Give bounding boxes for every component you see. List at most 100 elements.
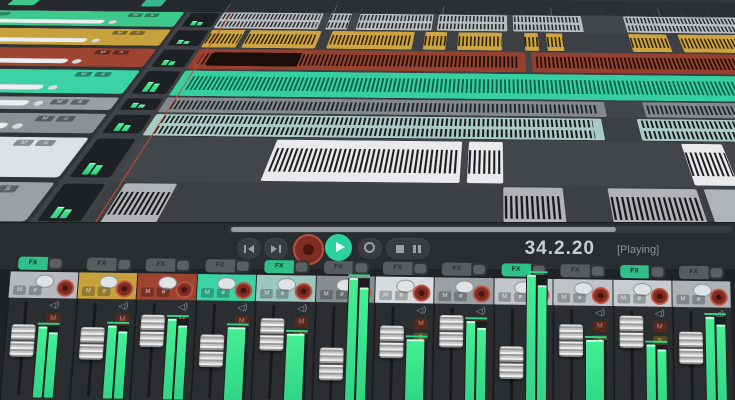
- phase-button[interactable]: ø: [157, 287, 170, 297]
- mute-button[interactable]: M: [439, 291, 452, 301]
- audio-item[interactable]: [467, 142, 504, 184]
- route-button[interactable]: [0, 12, 12, 16]
- mute-button[interactable]: M: [676, 295, 689, 305]
- fx-bypass-icon[interactable]: [473, 265, 485, 274]
- fx-toggle[interactable]: FX: [679, 266, 724, 280]
- mute-button[interactable]: M: [94, 50, 112, 54]
- phase-button[interactable]: ø: [276, 289, 289, 299]
- record-arm-button[interactable]: [413, 284, 431, 301]
- volume-fader[interactable]: [259, 318, 284, 351]
- phase-button[interactable]: ø: [454, 292, 467, 302]
- volume-fader[interactable]: [379, 326, 404, 359]
- fx-bypass-icon[interactable]: [296, 262, 308, 271]
- solo-button[interactable]: S: [144, 13, 161, 17]
- mute-button[interactable]: M: [127, 13, 144, 17]
- phase-button[interactable]: ø: [216, 288, 229, 298]
- record-arm-button[interactable]: [234, 282, 253, 299]
- mute-button[interactable]: M: [320, 290, 333, 300]
- fx-toggle[interactable]: FX: [205, 259, 251, 273]
- tcp-panel[interactable]: MS: [0, 10, 184, 27]
- audio-item[interactable]: [326, 31, 415, 50]
- volume-fader[interactable]: [79, 327, 105, 360]
- audio-item[interactable]: [201, 30, 245, 48]
- mute-button[interactable]: M: [82, 286, 96, 296]
- audio-item[interactable]: [187, 49, 527, 72]
- audio-item[interactable]: [512, 15, 583, 32]
- mute-button[interactable]: M: [414, 318, 428, 329]
- mute-button[interactable]: M: [294, 317, 308, 328]
- record-arm-button[interactable]: [56, 280, 75, 297]
- phase-button[interactable]: ø: [395, 291, 408, 301]
- record-arm-button[interactable]: [294, 283, 312, 300]
- volume-fader[interactable]: [9, 324, 36, 357]
- solo-button[interactable]: S: [112, 50, 130, 54]
- audio-item[interactable]: [355, 14, 434, 31]
- audio-item[interactable]: [623, 17, 735, 34]
- solo-button[interactable]: S: [55, 116, 77, 122]
- phase-button[interactable]: ø: [97, 287, 110, 297]
- volume-knob[interactable]: [45, 85, 60, 90]
- mute-button[interactable]: M: [498, 292, 511, 302]
- track-name-field[interactable]: [0, 18, 106, 23]
- volume-fader[interactable]: [559, 324, 583, 357]
- volume-knob[interactable]: [70, 59, 84, 64]
- volume-fader[interactable]: [499, 346, 523, 379]
- fx-bypass-icon[interactable]: [118, 260, 130, 269]
- horizontal-scrollbar[interactable]: [228, 226, 733, 233]
- mute-button[interactable]: M: [260, 289, 273, 299]
- fx-bypass-icon[interactable]: [236, 261, 248, 270]
- volume-knob[interactable]: [30, 100, 45, 106]
- phase-button[interactable]: ø: [692, 295, 705, 305]
- audio-item[interactable]: [642, 102, 735, 119]
- record-arm-button[interactable]: [710, 289, 728, 306]
- tcp-panel[interactable]: MS: [0, 95, 120, 110]
- audio-item[interactable]: [437, 15, 508, 32]
- scrollbar-thumb[interactable]: [231, 227, 616, 232]
- fx-toggle[interactable]: FX: [561, 264, 606, 278]
- audio-item[interactable]: [628, 34, 673, 52]
- fx-bypass-icon[interactable]: [355, 263, 367, 272]
- fx-bypass-icon[interactable]: [49, 259, 62, 268]
- fx-toggle[interactable]: FX: [383, 262, 428, 276]
- fx-bypass-icon[interactable]: [592, 266, 604, 275]
- solo-button[interactable]: S: [129, 31, 146, 35]
- volume-knob[interactable]: [9, 123, 25, 129]
- audio-item[interactable]: [260, 140, 462, 183]
- audio-item[interactable]: [681, 144, 735, 186]
- record-arm-button[interactable]: [472, 285, 490, 302]
- audio-item[interactable]: [677, 35, 735, 54]
- track-name-field[interactable]: [0, 57, 70, 63]
- audio-item[interactable]: [423, 32, 448, 50]
- fx-toggle[interactable]: FX: [18, 257, 64, 271]
- fx-bypass-icon[interactable]: [414, 264, 426, 273]
- toolbar-button[interactable]: [140, 0, 167, 7]
- volume-fader[interactable]: [199, 334, 225, 367]
- fx-bypass-icon[interactable]: [177, 261, 189, 270]
- phase-button[interactable]: ø: [633, 294, 646, 304]
- track-name-field[interactable]: [0, 83, 45, 90]
- audio-item[interactable]: [637, 119, 735, 143]
- fx-toggle[interactable]: FX: [620, 265, 665, 279]
- audio-item[interactable]: [99, 183, 177, 225]
- audio-item[interactable]: [546, 33, 565, 51]
- volume-knob[interactable]: [106, 20, 118, 24]
- fx-toggle[interactable]: FX: [324, 261, 370, 275]
- tcp-panel[interactable]: MS: [0, 68, 140, 94]
- track-name-field[interactable]: [0, 37, 89, 43]
- toolbar-button[interactable]: [7, 0, 42, 5]
- volume-knob[interactable]: [89, 38, 102, 42]
- record-arm-button[interactable]: [115, 280, 134, 297]
- tcp-panel[interactable]: MS: [0, 27, 171, 45]
- mute-button[interactable]: M: [558, 293, 571, 303]
- audio-item[interactable]: [531, 52, 735, 75]
- solo-button[interactable]: S: [69, 99, 90, 104]
- track-name-field[interactable]: [0, 121, 10, 129]
- mute-button[interactable]: M: [12, 140, 35, 146]
- volume-fader[interactable]: [619, 316, 643, 349]
- solo-button[interactable]: S: [0, 185, 20, 192]
- volume-fader[interactable]: [679, 332, 703, 365]
- record-arm-button[interactable]: [651, 288, 669, 305]
- audio-item[interactable]: [457, 32, 502, 50]
- fx-toggle[interactable]: FX: [442, 262, 487, 276]
- audio-item[interactable]: [241, 30, 322, 48]
